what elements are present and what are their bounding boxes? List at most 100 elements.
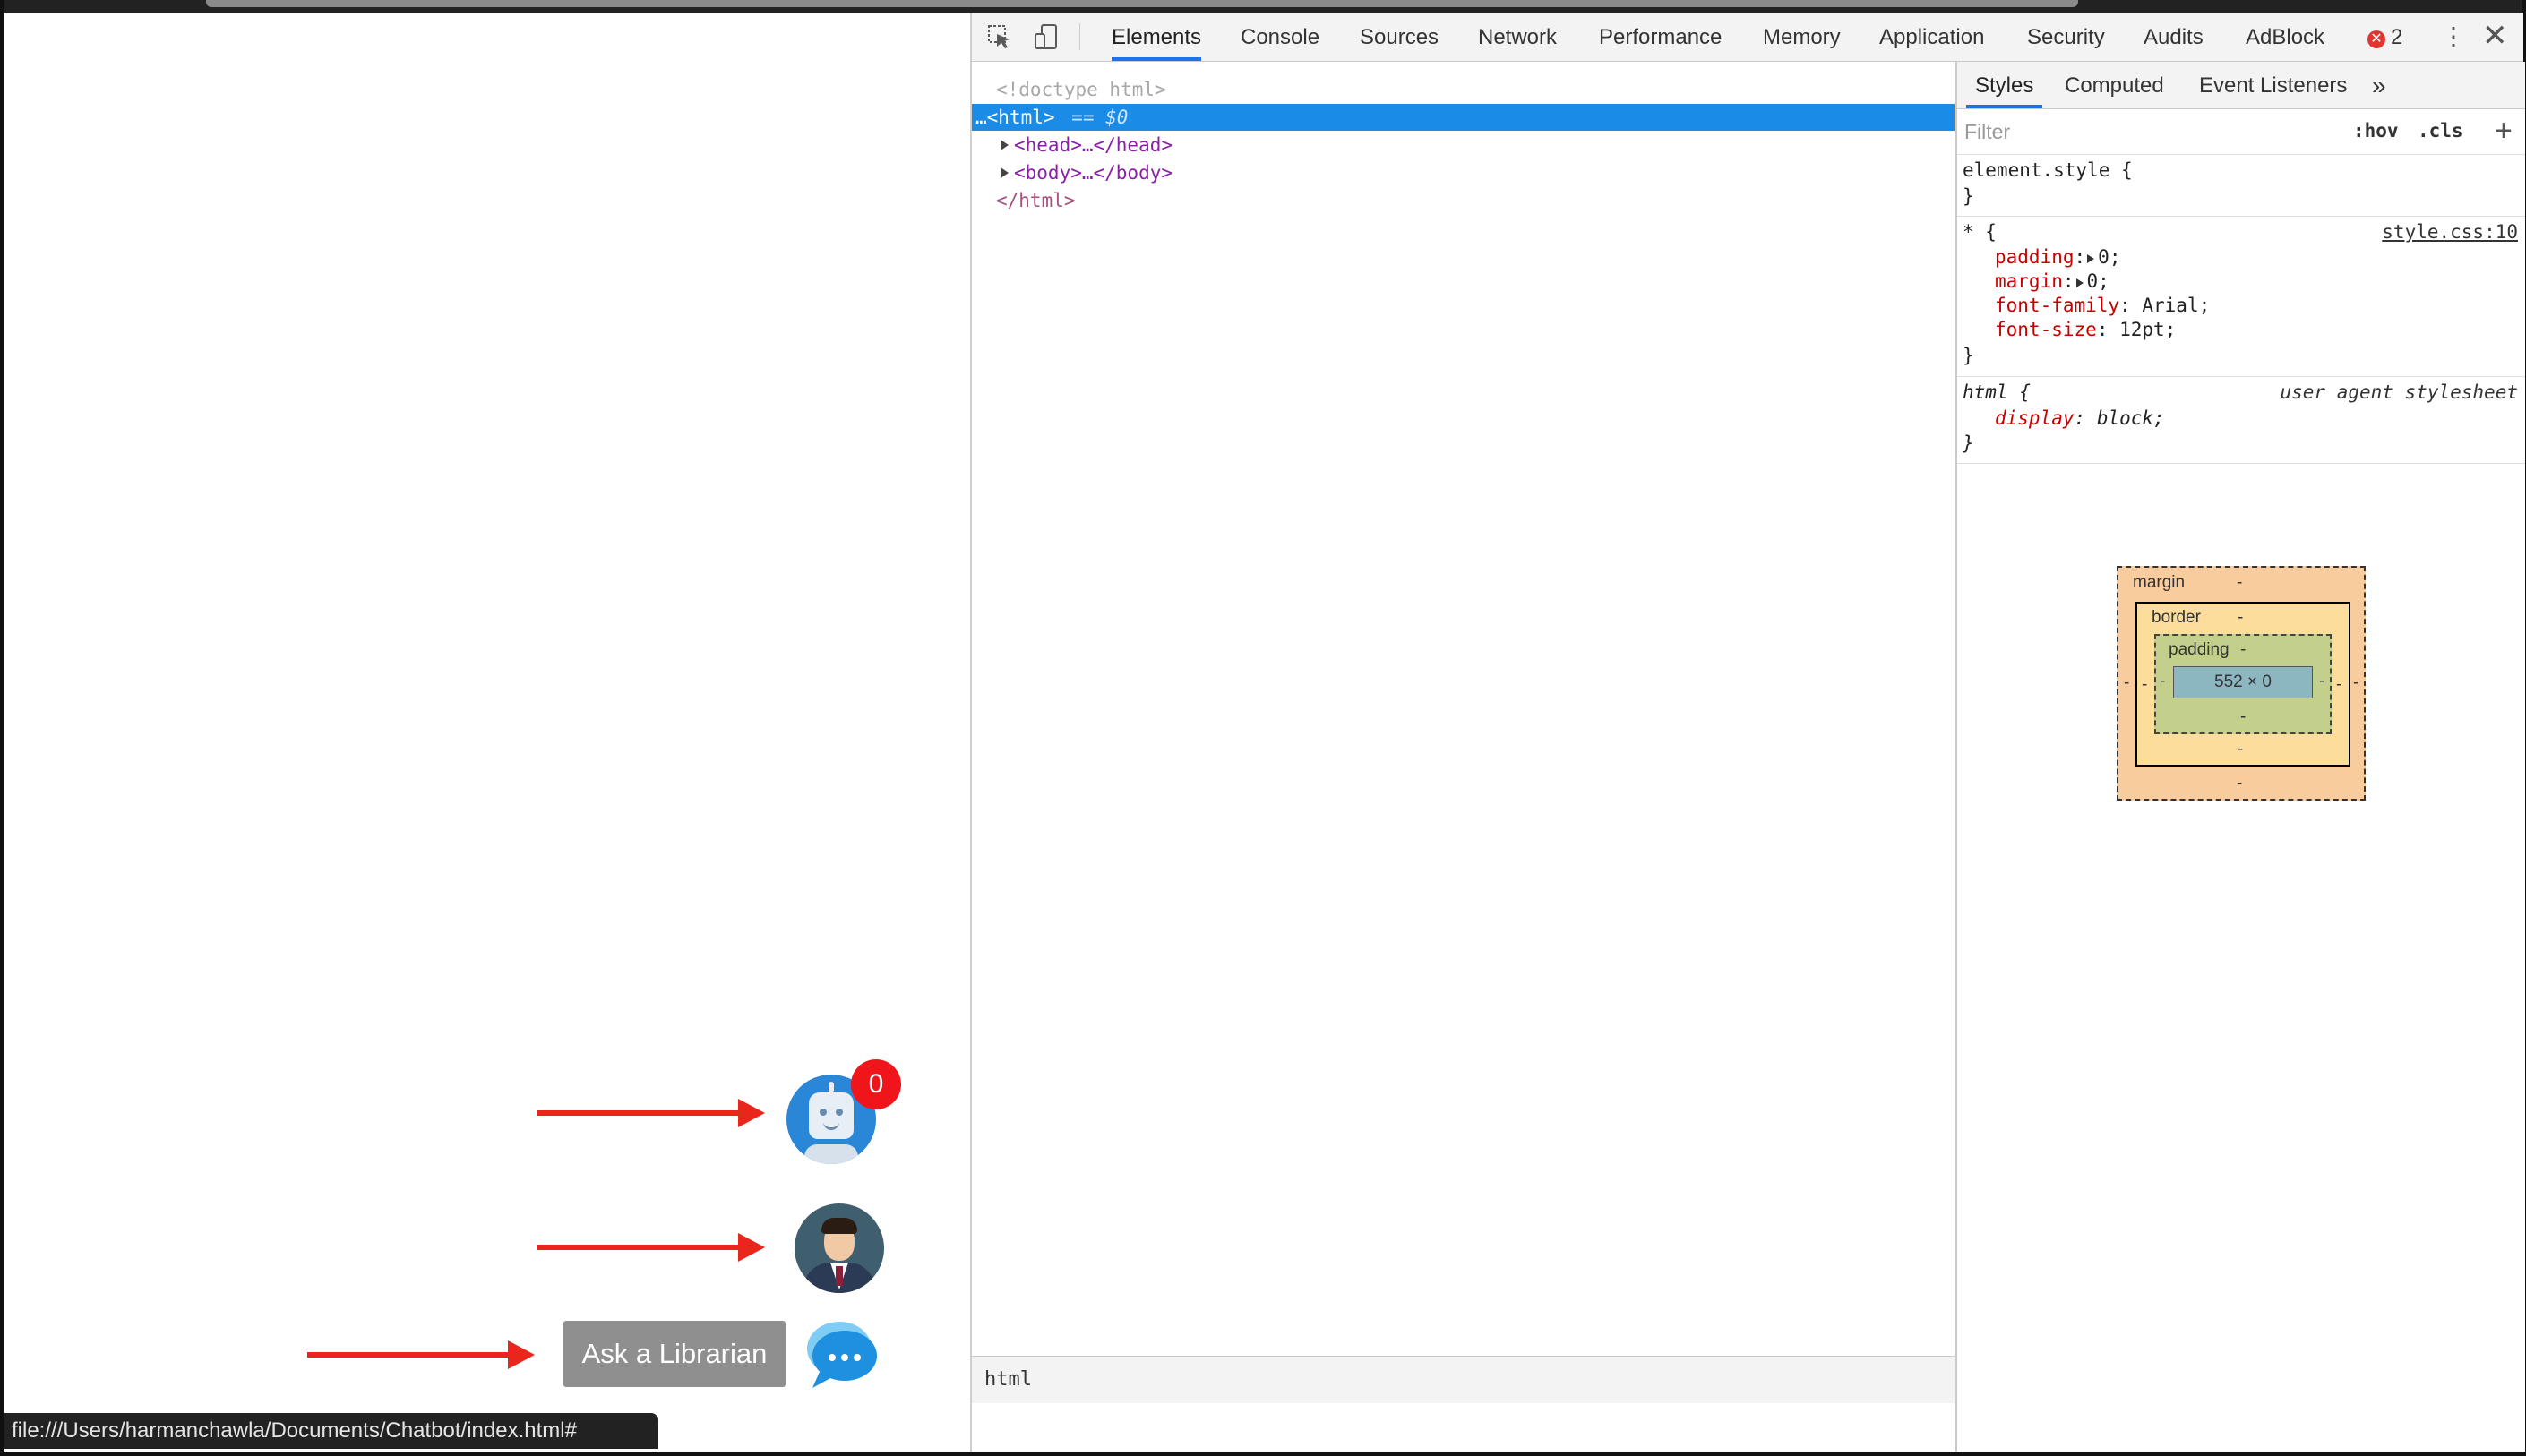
bot-antenna — [829, 1082, 834, 1092]
styles-tab-bar: Styles Computed Event Listeners » — [1957, 62, 2525, 109]
avatar-tie — [836, 1266, 843, 1286]
prop-name: margin — [1995, 270, 2063, 292]
tab-audits[interactable]: Audits — [2144, 13, 2204, 61]
prop-name: font-family — [1995, 295, 2120, 316]
bot-mouth — [823, 1121, 839, 1130]
link-status-bar: file:///Users/harmanchawla/Documents/Cha… — [4, 1413, 658, 1449]
tab-sources[interactable]: Sources — [1360, 13, 1439, 61]
tab-network[interactable]: Network — [1478, 13, 1557, 61]
html-selector[interactable]: html { — [1963, 381, 2031, 405]
class-toggle[interactable]: .cls — [2418, 120, 2463, 141]
dom-html-close[interactable]: </html> — [972, 187, 1955, 214]
dom-head[interactable]: <head>…</head> — [972, 132, 1955, 158]
margin-bottom-value: - — [2237, 774, 2243, 792]
css-property[interactable]: display: block; — [1995, 407, 2165, 431]
box-model-border[interactable]: border - - - - padding - - - - 552 × 0 — [2135, 602, 2350, 767]
dom-body[interactable]: <body>…</body> — [972, 159, 1955, 186]
bot-eye — [820, 1109, 827, 1116]
prop-name: padding — [1995, 246, 2075, 268]
tab-performance[interactable]: Performance — [1599, 13, 1722, 61]
border-right-value: - — [2336, 675, 2342, 694]
html-open-tag: <html> — [986, 107, 1055, 128]
doctype-text: <!doctype html> — [996, 79, 1166, 100]
prop-value: 12pt; — [2119, 319, 2177, 340]
css-property[interactable]: font-family: Arial; — [1995, 294, 2210, 318]
prop-name: font-size — [1995, 319, 2097, 340]
browser-tab-strip — [206, 0, 2078, 7]
new-style-rule-icon[interactable]: + — [2495, 113, 2513, 149]
tab-elements[interactable]: Elements — [1112, 13, 1202, 61]
hover-state-toggle[interactable]: :hov — [2353, 120, 2399, 141]
bot-face — [809, 1092, 854, 1139]
universal-selector[interactable]: * { — [1963, 220, 1997, 244]
expand-arrow-icon[interactable] — [1001, 140, 1009, 150]
devtools-panel: Elements Console Sources Network Perform… — [970, 13, 2525, 1452]
padding-left-value: - — [2160, 672, 2166, 690]
expand-shorthand-icon[interactable] — [2075, 278, 2084, 287]
toolbar-separator — [1079, 23, 1080, 50]
html-close-tag: </html> — [996, 190, 1076, 211]
ellipsis-marker: … — [975, 107, 987, 128]
style-source-link[interactable]: style.css:10 — [2382, 220, 2518, 244]
tab-event-listeners[interactable]: Event Listeners — [2199, 62, 2347, 108]
box-model-diagram: margin - - - - border - - - - padding - … — [2117, 566, 2366, 801]
styles-filter-input[interactable] — [1963, 115, 2324, 149]
avatar-hair — [821, 1218, 857, 1234]
ask-a-librarian-button[interactable]: Ask a Librarian — [563, 1321, 786, 1387]
rule-close-brace: } — [1963, 345, 1974, 366]
dom-html-selected[interactable]: …<html> == $0 — [972, 104, 1955, 131]
expand-shorthand-icon[interactable] — [2087, 254, 2095, 263]
dom-doctype[interactable]: <!doctype html> — [972, 76, 1955, 103]
annotation-arrow-librarian — [307, 1340, 535, 1369]
more-tabs-icon[interactable]: » — [2372, 62, 2386, 108]
box-model-margin[interactable]: margin - - - - border - - - - padding - … — [2117, 566, 2366, 801]
tab-styles[interactable]: Styles — [1966, 62, 2043, 108]
error-counter[interactable]: ✕ 2 — [2367, 13, 2402, 61]
devtools-toolbar: Elements Console Sources Network Perform… — [972, 13, 2523, 62]
user-agent-label: user agent stylesheet — [2280, 381, 2518, 403]
element-style-selector[interactable]: element.style { — [1963, 158, 2133, 183]
rule-close-brace: } — [1963, 185, 1974, 207]
tab-adblock[interactable]: AdBlock — [2246, 13, 2324, 61]
error-count-value: 2 — [2391, 25, 2403, 49]
librarian-avatar-icon[interactable] — [795, 1203, 884, 1293]
dom-tree: <!doctype html> …<html> == $0 <head>…</h… — [972, 62, 1955, 1403]
margin-right-value: - — [2353, 673, 2359, 692]
css-property[interactable]: margin: 0; — [1995, 270, 2109, 294]
box-model-padding[interactable]: padding - - - - 552 × 0 — [2154, 634, 2332, 734]
more-options-icon[interactable]: ⋮ — [2441, 23, 2466, 50]
chat-bubble-icon[interactable] — [800, 1316, 882, 1392]
tab-memory[interactable]: Memory — [1763, 13, 1841, 61]
box-model-content[interactable]: 552 × 0 — [2173, 666, 2313, 698]
device-toolbar-icon[interactable] — [1033, 23, 1060, 50]
tab-application[interactable]: Application — [1879, 13, 1984, 61]
user-agent-html-rule: html { user agent stylesheet display: bl… — [1957, 377, 2525, 464]
css-property[interactable]: padding: 0; — [1995, 245, 2120, 270]
styles-sidebar: Styles Computed Event Listeners » :hov .… — [1955, 62, 2525, 1452]
tab-security[interactable]: Security — [2027, 13, 2105, 61]
prop-value: block; — [2096, 407, 2165, 429]
head-tag: <head>…</head> — [1014, 134, 1173, 156]
breadcrumb: html — [972, 1356, 1955, 1403]
expand-arrow-icon[interactable] — [1001, 167, 1009, 178]
body-tag: <body>…</body> — [1014, 162, 1173, 184]
border-bottom-value: - — [2238, 740, 2244, 758]
element-style-rule: element.style { } — [1957, 155, 2525, 217]
margin-left-value: - — [2124, 673, 2130, 692]
border-top-value: - — [2238, 608, 2244, 627]
styles-filter-row: :hov .cls + — [1957, 109, 2525, 155]
css-property[interactable]: font-size: 12pt; — [1995, 318, 2176, 342]
bot-eye — [836, 1109, 843, 1116]
padding-right-value: - — [2319, 672, 2325, 690]
inspect-element-icon[interactable] — [986, 23, 1013, 50]
bot-body — [804, 1144, 858, 1164]
breadcrumb-item-html[interactable]: html — [984, 1368, 1032, 1391]
margin-label: margin — [2133, 573, 2186, 592]
padding-top-value: - — [2240, 640, 2247, 659]
close-devtools-icon[interactable]: ✕ — [2482, 20, 2508, 52]
padding-bottom-value: - — [2240, 707, 2247, 726]
universal-rule: * { style.css:10 padding: 0; margin: 0; fo… — [1957, 217, 2525, 377]
tab-console[interactable]: Console — [1241, 13, 1319, 61]
tab-computed[interactable]: Computed — [2065, 62, 2164, 108]
notification-badge: 0 — [851, 1059, 901, 1109]
